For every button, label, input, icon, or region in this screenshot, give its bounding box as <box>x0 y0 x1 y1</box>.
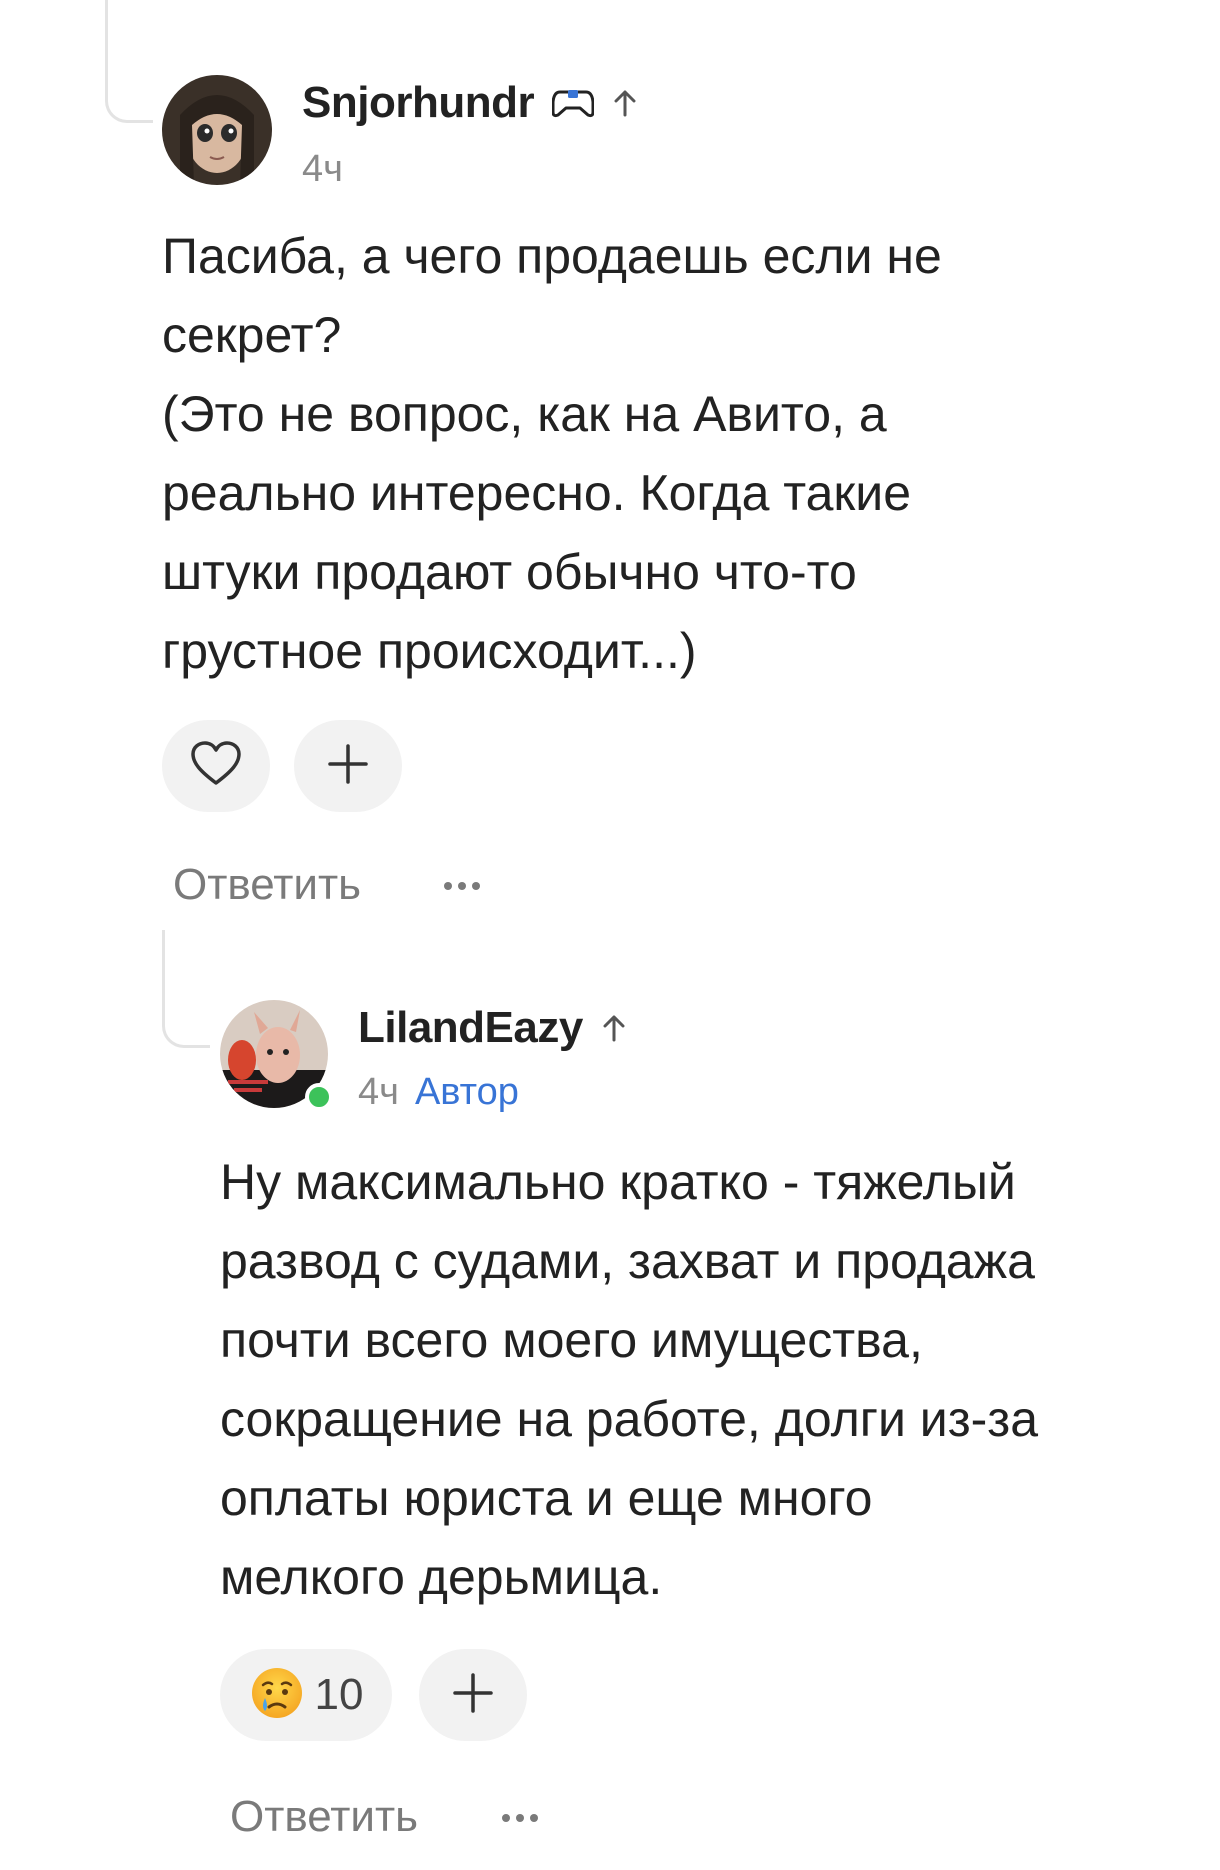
gamepad-icon <box>552 88 595 118</box>
avatar[interactable] <box>162 75 272 185</box>
comment-time: 4ч <box>302 148 343 190</box>
comment-text: Ну максимально кратко - тяжелый развод с… <box>220 1154 1039 1605</box>
author-name[interactable]: Snjorhundr <box>302 78 535 128</box>
plus-icon <box>326 742 370 791</box>
thread-connector-line <box>105 0 153 123</box>
author-row: LilandEazy <box>358 1003 627 1053</box>
comment-meta: 4ч <box>302 148 343 191</box>
author-badge: Автор <box>414 1071 519 1113</box>
like-button[interactable] <box>162 720 270 812</box>
add-reaction-button[interactable] <box>294 720 402 812</box>
upvote-arrow-icon[interactable] <box>601 1013 627 1043</box>
reply-button[interactable]: Ответить <box>173 860 361 910</box>
comment-text: Пасиба, а чего продаешь если не секрет? … <box>162 228 942 679</box>
upvote-arrow-icon[interactable] <box>612 88 638 118</box>
thread-connector-line-reply <box>162 930 210 1048</box>
reply-button[interactable]: Ответить <box>230 1792 418 1842</box>
author-row: Snjorhundr <box>302 78 638 128</box>
online-status-icon <box>305 1083 333 1111</box>
comment-time: 4ч <box>358 1071 399 1113</box>
heart-icon <box>190 740 242 792</box>
crying-face-emoji-icon <box>249 1665 305 1726</box>
author-name[interactable]: LilandEazy <box>358 1003 583 1053</box>
more-options-icon[interactable] <box>444 882 480 890</box>
reaction-count: 10 <box>314 1670 364 1719</box>
reaction-button[interactable]: 10 <box>220 1649 392 1741</box>
plus-icon <box>451 1671 495 1720</box>
add-reaction-button[interactable] <box>419 1649 527 1741</box>
comment-meta: 4ч Автор <box>358 1071 519 1114</box>
more-options-icon[interactable] <box>502 1814 538 1822</box>
